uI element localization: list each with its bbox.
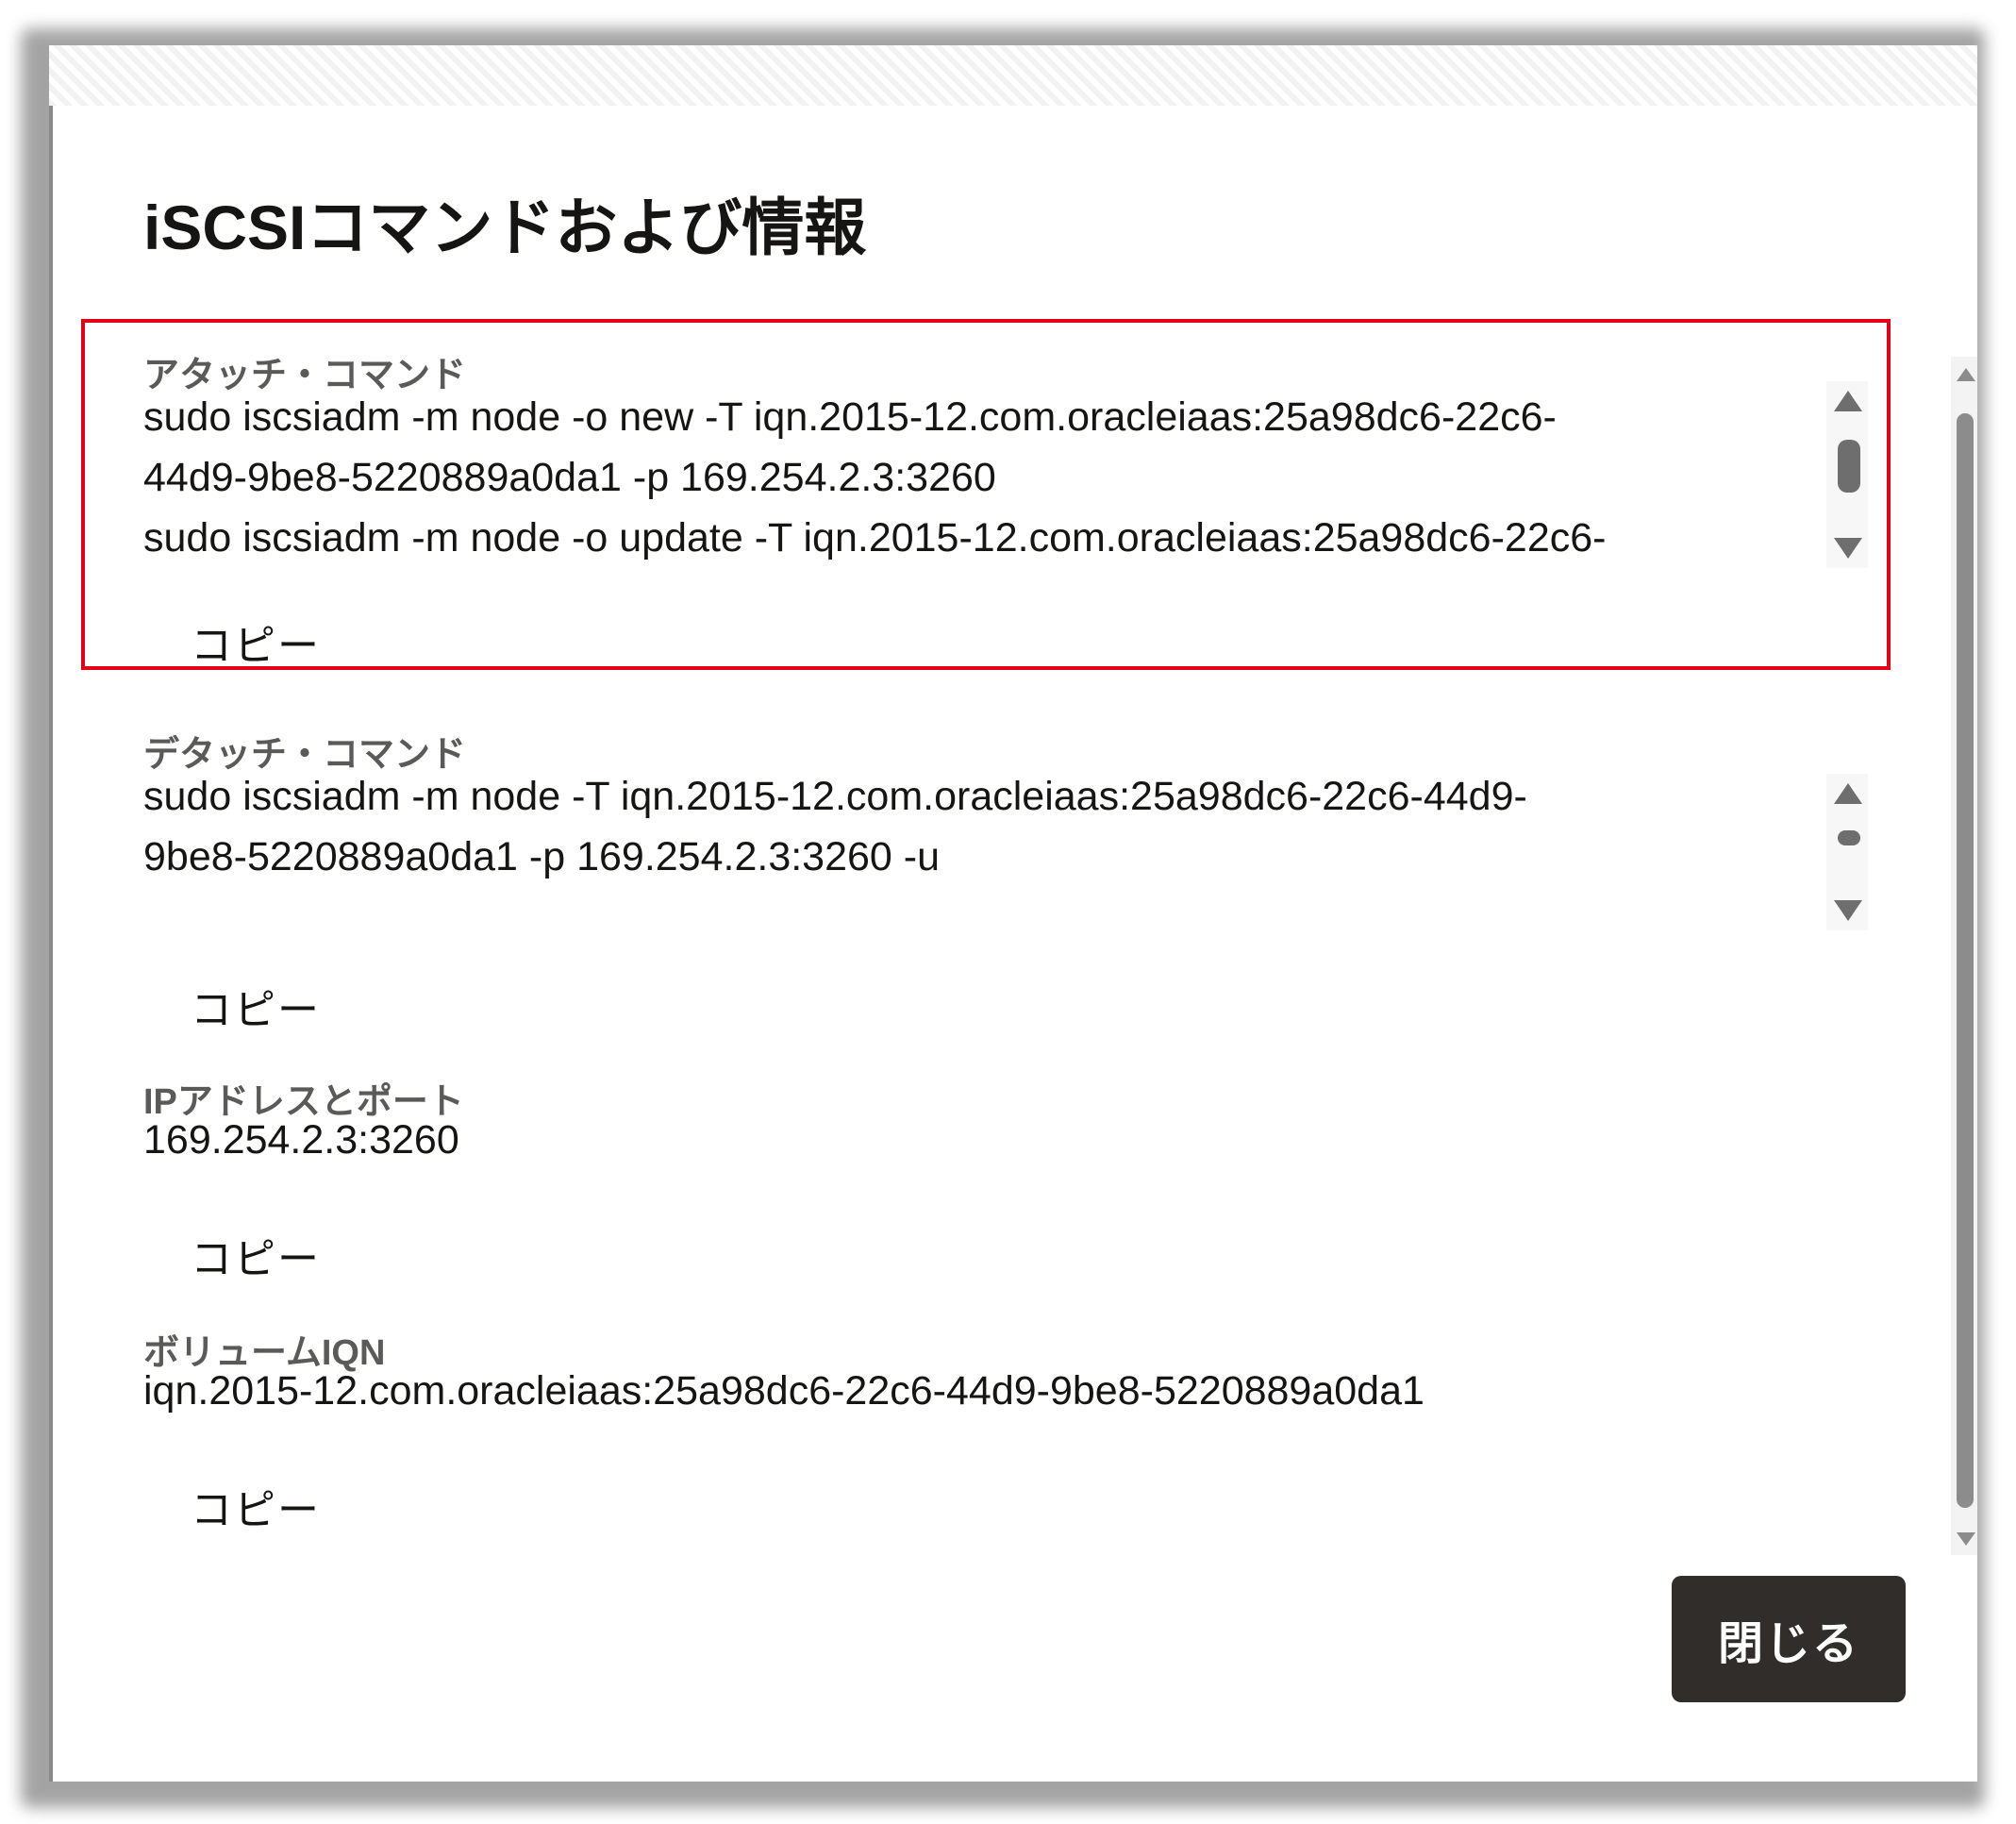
- scroll-down-arrow-icon[interactable]: [1957, 1532, 1975, 1546]
- attach-command-line: sudo iscsiadm -m node -o new -T iqn.2015…: [143, 394, 1557, 440]
- detach-command-text[interactable]: sudo iscsiadm -m node -T iqn.2015-12.com…: [143, 766, 1898, 898]
- scroll-up-arrow-icon[interactable]: [1834, 391, 1862, 411]
- ip-port-copy-button[interactable]: コピー: [191, 1225, 321, 1285]
- scroll-down-arrow-icon[interactable]: [1834, 900, 1862, 921]
- dialog-scrollbar[interactable]: [1951, 357, 1977, 1555]
- attach-command-line: 44d9-9be8-5220889a0da1 -p 169.254.2.3:32…: [143, 455, 996, 500]
- ip-port-value: 169.254.2.3:3260: [143, 1117, 459, 1163]
- attach-command-scrollbar[interactable]: [1826, 381, 1868, 568]
- volume-iqn-copy-button[interactable]: コピー: [191, 1476, 321, 1536]
- volume-iqn-value: iqn.2015-12.com.oracleiaas:25a98dc6-22c6…: [143, 1368, 1425, 1414]
- scroll-up-arrow-icon[interactable]: [1834, 783, 1862, 804]
- attach-copy-button[interactable]: コピー: [191, 611, 321, 672]
- attach-command-line: sudo iscsiadm -m node -o update -T iqn.2…: [143, 515, 1607, 561]
- dialog-title: iSCSIコマンドおよび情報: [143, 192, 867, 262]
- scroll-down-arrow-icon[interactable]: [1834, 538, 1862, 559]
- iscsi-dialog: iSCSIコマンドおよび情報 アタッチ・コマンド sudo iscsiadm -…: [49, 45, 1977, 1782]
- scrollbar-thumb[interactable]: [1838, 440, 1860, 493]
- close-button[interactable]: 閉じる: [1672, 1576, 1906, 1702]
- scrollbar-thumb[interactable]: [1957, 413, 1974, 1508]
- attach-command-text[interactable]: sudo iscsiadm -m node -o new -T iqn.2015…: [143, 387, 1898, 576]
- dialog-left-edge: [49, 106, 53, 1782]
- background-page-strip: [49, 45, 1977, 106]
- scroll-up-arrow-icon[interactable]: [1957, 368, 1975, 381]
- detach-command-line: sudo iscsiadm -m node -T iqn.2015-12.com…: [143, 774, 1527, 819]
- detach-command-scrollbar[interactable]: [1826, 774, 1868, 930]
- detach-copy-button[interactable]: コピー: [191, 976, 321, 1036]
- scrollbar-thumb[interactable]: [1838, 830, 1860, 845]
- detach-command-line: 9be8-5220889a0da1 -p 169.254.2.3:3260 -u: [143, 834, 941, 879]
